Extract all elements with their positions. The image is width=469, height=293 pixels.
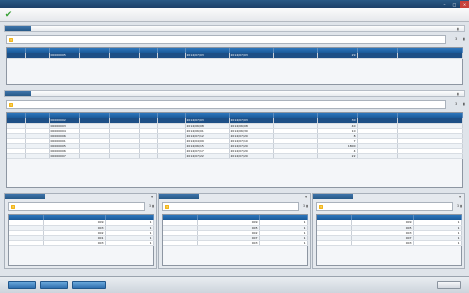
table-cell: 1 <box>105 240 154 246</box>
warning-icon: ! <box>9 102 13 107</box>
panel3-side-controls[interactable]: 3 ▮ <box>457 204 462 208</box>
panel-2: ▾ ! 3 ▮ 009 1 005 1 002 1 007 1 003 1 <box>158 193 311 269</box>
window-titlebar: – □ × <box>0 0 469 8</box>
warning-icon: ! <box>319 204 323 209</box>
table-cell: 29 <box>317 53 358 59</box>
table-cell: 1 <box>413 240 462 246</box>
table-row[interactable]: 003 1 <box>163 240 308 246</box>
table-cell <box>79 153 110 159</box>
table-cell: 003 <box>43 240 106 246</box>
section2-pin-icon[interactable]: ▮ <box>457 92 461 96</box>
table-cell: 2014/07/22 <box>185 153 230 159</box>
check-icon: ✔ <box>4 9 13 20</box>
section2-tag <box>5 91 31 96</box>
panel1-tag <box>5 194 45 199</box>
table-cell <box>357 153 398 159</box>
table-cell <box>7 153 26 159</box>
footer-button-1[interactable] <box>8 281 36 289</box>
section1-message: ! <box>6 35 446 44</box>
table-row[interactable]: 00000007 2014/07/22 2014/07/20 22 <box>7 153 463 159</box>
section2-message: ! <box>6 100 446 109</box>
table-cell: 003 <box>197 240 260 246</box>
table-cell <box>79 53 110 59</box>
maximize-button[interactable]: □ <box>450 1 459 8</box>
table-cell: 2014/07/03 <box>185 53 230 59</box>
panel-1: ▾ ! 3 ▮ 009 1 003 1 002 1 001 1 003 1 <box>4 193 157 269</box>
panel3-message: ! <box>316 202 453 211</box>
footer-button-3[interactable] <box>72 281 106 289</box>
panel1-message: ! <box>8 202 145 211</box>
table-row[interactable]: 003 1 <box>9 240 154 246</box>
section1-pin-icon[interactable]: ▮ <box>457 27 461 31</box>
panel2-side-controls[interactable]: 3 ▮ <box>303 204 308 208</box>
panel1-side-controls[interactable]: 3 ▮ <box>149 204 154 208</box>
table-cell <box>273 53 318 59</box>
table-cell: 2014/07/20 <box>229 153 274 159</box>
section1-table: 00000005 2014/07/03 2014/07/03 29 <box>6 47 463 85</box>
table-cell <box>139 53 158 59</box>
table-cell <box>139 153 158 159</box>
table-row[interactable]: 003 1 <box>317 240 462 246</box>
panel2-grid: 009 1 005 1 002 1 007 1 003 1 <box>163 215 308 246</box>
section2-grid: 00000002 2014/07/03 2014/07/03 30 00000003 20… <box>7 113 463 159</box>
table-cell: 2014/07/03 <box>229 53 274 59</box>
table-cell <box>109 153 140 159</box>
section2-menu-icon[interactable]: ▮ <box>463 102 465 106</box>
close-button[interactable] <box>437 281 461 289</box>
chevron-down-icon[interactable]: ▾ <box>459 194 461 199</box>
section2-side-controls: 3 ▮ <box>455 102 465 106</box>
table-cell <box>157 153 186 159</box>
app-toolbar: ✔ <box>0 8 469 22</box>
table-cell <box>397 53 463 59</box>
table-cell <box>357 53 398 59</box>
warning-icon: ! <box>11 204 15 209</box>
table-cell: 1 <box>259 240 308 246</box>
warning-icon: ! <box>9 37 13 42</box>
section2-count: 3 <box>455 102 458 106</box>
table-cell <box>317 240 352 246</box>
table-cell <box>25 153 50 159</box>
chevron-down-icon[interactable]: ▾ <box>305 194 307 199</box>
warning-icon: ! <box>165 204 169 209</box>
panel3-table: 009 1 005 1 003 1 007 1 003 1 <box>316 214 462 266</box>
section2-header: ▮ <box>4 90 465 97</box>
panel1-grid: 009 1 003 1 002 1 001 1 003 1 <box>9 215 154 246</box>
panel3-grid: 009 1 005 1 003 1 007 1 003 1 <box>317 215 462 246</box>
footer-bar <box>0 276 469 293</box>
panel2-message: ! <box>162 202 299 211</box>
chevron-down-icon[interactable]: ▾ <box>151 194 153 199</box>
table-cell <box>273 153 318 159</box>
section1-tag <box>5 26 31 31</box>
section1-count: 3 <box>455 37 458 41</box>
table-cell: 22 <box>317 153 358 159</box>
section1-side-controls: 3 ▮ <box>455 37 465 41</box>
section1-grid: 00000005 2014/07/03 2014/07/03 29 <box>7 48 463 59</box>
section1-header: ▮ <box>4 25 465 32</box>
panel3-tag <box>313 194 353 199</box>
table-cell <box>397 153 463 159</box>
table-row[interactable]: 00000005 2014/07/03 2014/07/03 29 <box>7 53 463 59</box>
section1-menu-icon[interactable]: ▮ <box>463 37 465 41</box>
table-cell <box>109 53 140 59</box>
table-cell <box>9 240 44 246</box>
table-cell: 00000005 <box>49 53 80 59</box>
window-controls: – □ × <box>439 0 469 8</box>
panel1-table: 009 1 003 1 002 1 001 1 003 1 <box>8 214 154 266</box>
panel2-table: 009 1 005 1 002 1 007 1 003 1 <box>162 214 308 266</box>
table-cell <box>7 53 26 59</box>
minimize-button[interactable]: – <box>440 1 449 8</box>
table-cell: 003 <box>351 240 414 246</box>
table-cell: 00000007 <box>49 153 80 159</box>
table-cell <box>163 240 198 246</box>
table-cell <box>157 53 186 59</box>
panel-3: ▾ ! 3 ▮ 009 1 005 1 003 1 007 1 003 1 <box>312 193 465 269</box>
section2-table: 00000002 2014/07/03 2014/07/03 30 00000003 20… <box>6 112 463 188</box>
table-cell <box>25 53 50 59</box>
footer-button-2[interactable] <box>40 281 68 289</box>
panel2-tag <box>159 194 199 199</box>
close-window-button[interactable]: × <box>460 0 469 8</box>
